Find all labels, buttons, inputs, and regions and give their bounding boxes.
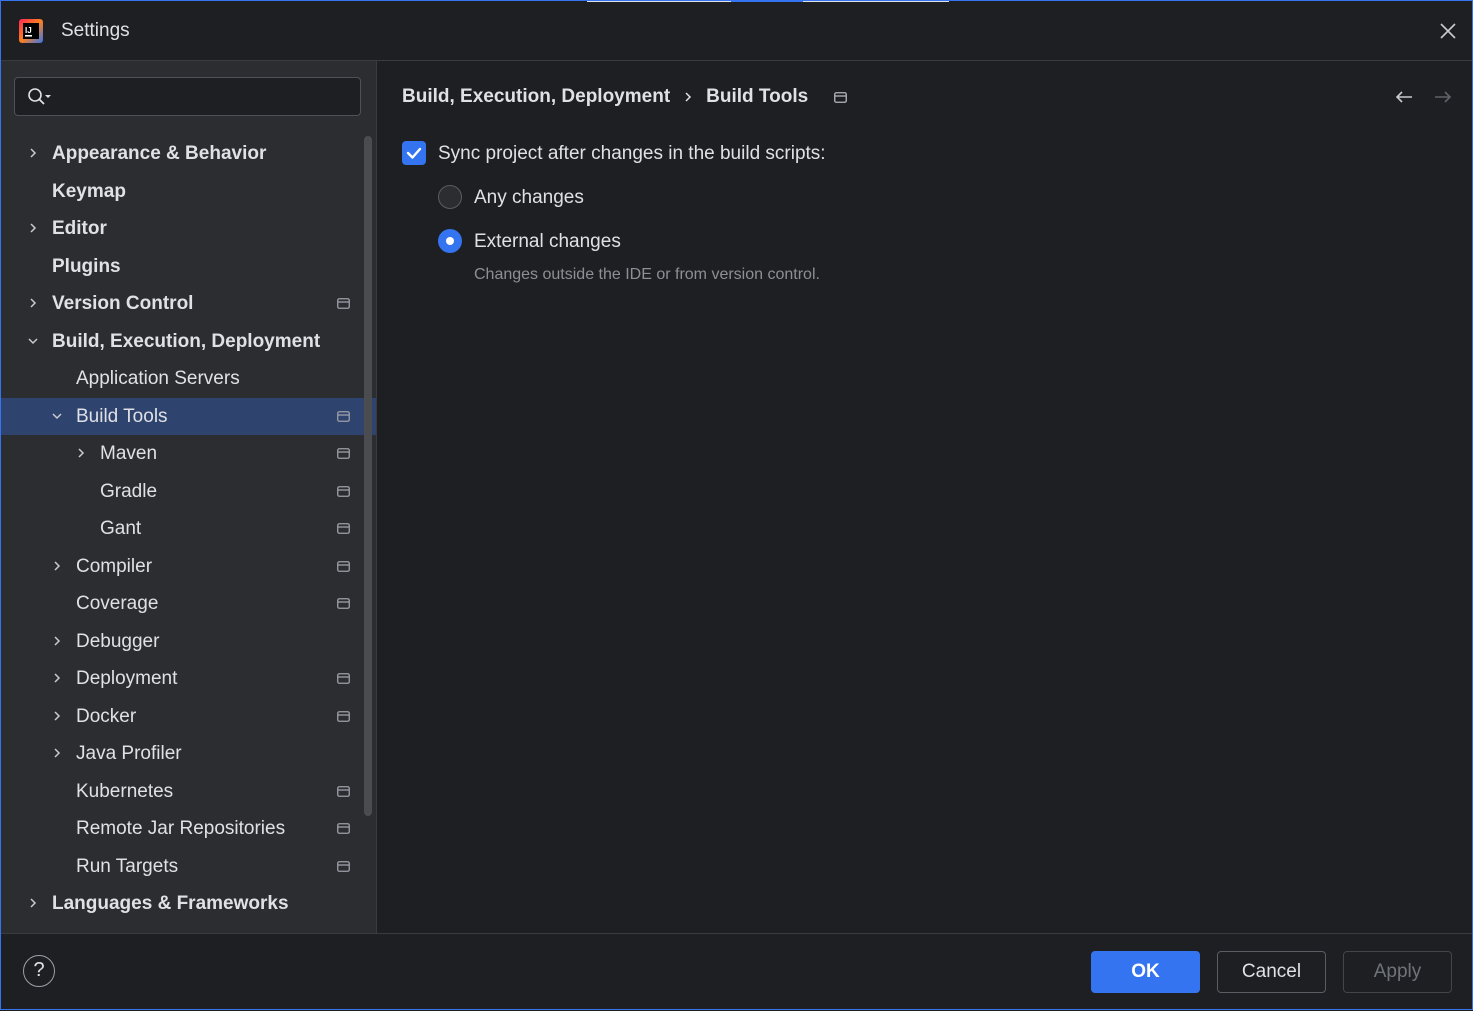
project-scope-icon bbox=[337, 560, 350, 572]
tree-item[interactable]: Build Tools bbox=[0, 397, 376, 435]
intellij-logo-icon: IJ bbox=[19, 19, 43, 43]
search-icon bbox=[28, 88, 51, 105]
tree-item-label: Debugger bbox=[76, 630, 160, 652]
tree-item[interactable]: Remote Jar Repositories bbox=[0, 810, 376, 848]
tree-item-label: Editor bbox=[52, 218, 107, 239]
tree-item-label: Gradle bbox=[100, 480, 158, 502]
tree-item[interactable]: Debugger bbox=[0, 623, 376, 661]
title-bar: IJ Settings bbox=[0, 0, 1473, 61]
search-field[interactable] bbox=[14, 77, 361, 116]
tree-item-label: Build Tools bbox=[76, 405, 168, 427]
project-scope-icon bbox=[337, 298, 350, 309]
project-scope-icon bbox=[337, 785, 350, 797]
tree-item[interactable]: Java Profiler bbox=[0, 735, 376, 773]
search-input[interactable] bbox=[59, 84, 353, 112]
tree-item-label: Plugins bbox=[52, 255, 121, 277]
tree-item-label: Gant bbox=[100, 518, 142, 539]
chevron-right-icon[interactable] bbox=[51, 710, 63, 722]
project-scope-icon bbox=[337, 860, 350, 872]
sync-project-label[interactable]: Sync project after changes in the build … bbox=[438, 143, 826, 165]
tree-item[interactable]: Deployment bbox=[0, 660, 376, 698]
tree-item[interactable]: Compiler bbox=[0, 548, 376, 586]
breadcrumb-current: Build Tools bbox=[706, 86, 809, 107]
tree-item[interactable]: Gant bbox=[0, 510, 376, 548]
tree-item-label: Run Targets bbox=[76, 855, 179, 877]
chevron-right-icon[interactable] bbox=[27, 222, 39, 234]
checkmark-icon bbox=[406, 147, 422, 159]
tree-item[interactable]: Keymap bbox=[0, 173, 376, 211]
project-scope-icon bbox=[337, 410, 350, 422]
arrow-left-icon[interactable] bbox=[1394, 89, 1414, 105]
chevron-right-icon[interactable] bbox=[27, 297, 39, 309]
tree-item[interactable]: Plugins bbox=[0, 248, 376, 286]
tree-item-label: Java Profiler bbox=[76, 743, 182, 764]
project-scope-icon bbox=[337, 448, 350, 459]
settings-content: Build, Execution, Deployment Build Tools… bbox=[377, 61, 1473, 933]
external-changes-hint: Changes outside the IDE or from version … bbox=[474, 266, 820, 283]
tree-item[interactable]: Languages & Frameworks bbox=[0, 885, 376, 923]
arrow-right-icon[interactable] bbox=[1433, 89, 1453, 105]
tree-item-label: Application Servers bbox=[76, 368, 240, 389]
apply-button[interactable]: Apply bbox=[1343, 951, 1452, 993]
chevron-right-icon[interactable] bbox=[51, 635, 63, 647]
tree-item[interactable]: Run Targets bbox=[0, 848, 376, 886]
any-changes-label[interactable]: Any changes bbox=[474, 187, 584, 209]
window-title: Settings bbox=[61, 20, 130, 41]
external-changes-radio[interactable] bbox=[438, 229, 462, 253]
breadcrumb-parent[interactable]: Build, Execution, Deployment bbox=[402, 86, 670, 108]
cancel-button[interactable]: Cancel bbox=[1217, 951, 1326, 993]
chevron-right-icon[interactable] bbox=[27, 147, 39, 159]
tree-item[interactable]: Version Control bbox=[0, 285, 376, 323]
sync-project-checkbox[interactable] bbox=[402, 141, 426, 165]
tree-item-label: Coverage bbox=[76, 593, 159, 614]
project-scope-icon bbox=[337, 673, 350, 684]
tree-item[interactable]: Gradle bbox=[0, 473, 376, 511]
tree-item[interactable]: Maven bbox=[0, 435, 376, 473]
tree-item[interactable]: Tools bbox=[0, 923, 376, 934]
project-scope-icon bbox=[337, 710, 350, 722]
ok-button[interactable]: OK bbox=[1091, 951, 1200, 993]
tree-item-label: Docker bbox=[76, 705, 137, 727]
project-scope-icon bbox=[337, 598, 350, 609]
tree-item[interactable]: Docker bbox=[0, 698, 376, 736]
dialog-footer: ? OK Cancel Apply bbox=[0, 933, 1473, 1011]
chevron-right-icon[interactable] bbox=[51, 747, 63, 759]
tree-item[interactable]: Appearance & Behavior bbox=[0, 135, 376, 173]
tree-item-label: Kubernetes bbox=[76, 780, 174, 802]
external-changes-label[interactable]: External changes bbox=[474, 231, 621, 253]
sidebar-scrollbar[interactable] bbox=[364, 136, 372, 816]
chevron-right-icon[interactable] bbox=[75, 447, 87, 459]
chevron-right-icon[interactable] bbox=[27, 897, 39, 909]
tree-item[interactable]: Application Servers bbox=[0, 360, 376, 398]
project-scope-icon bbox=[337, 823, 350, 834]
chevron-right-icon bbox=[685, 92, 692, 102]
close-icon[interactable] bbox=[1436, 19, 1460, 43]
tree-item-label: Appearance & Behavior bbox=[52, 143, 267, 164]
tree-item-label: Build, Execution, Deployment bbox=[52, 330, 321, 352]
svg-text:IJ: IJ bbox=[25, 26, 32, 35]
help-button[interactable]: ? bbox=[23, 955, 55, 987]
any-changes-radio[interactable] bbox=[438, 185, 462, 209]
tree-item[interactable]: Build, Execution, Deployment bbox=[0, 323, 376, 361]
chevron-down-icon[interactable] bbox=[51, 410, 63, 422]
tree-item-label: Compiler bbox=[76, 555, 153, 577]
chevron-right-icon[interactable] bbox=[51, 560, 63, 572]
tree-item-label: Languages & Frameworks bbox=[52, 893, 289, 914]
tree-item-label: Deployment bbox=[76, 668, 178, 689]
tree-item[interactable]: Kubernetes bbox=[0, 773, 376, 811]
project-scope-icon bbox=[834, 91, 848, 103]
tree-item-label: Keymap bbox=[52, 180, 126, 202]
project-scope-icon bbox=[337, 485, 350, 497]
project-scope-icon bbox=[337, 523, 350, 534]
settings-sidebar: Appearance & Behavior Keymap Editor Plugins… bbox=[0, 61, 377, 933]
tree-item-label: Remote Jar Repositories bbox=[76, 818, 286, 839]
tree-item-label: Version Control bbox=[52, 293, 194, 314]
chevron-down-icon[interactable] bbox=[27, 335, 39, 347]
settings-tree: Appearance & Behavior Keymap Editor Plugins… bbox=[0, 135, 376, 933]
chevron-right-icon[interactable] bbox=[51, 672, 63, 684]
tree-item[interactable]: Editor bbox=[0, 210, 376, 248]
tree-item-label: Maven bbox=[100, 443, 158, 464]
tree-item[interactable]: Coverage bbox=[0, 585, 376, 623]
breadcrumb: Build, Execution, Deployment Build Tools bbox=[402, 86, 848, 108]
